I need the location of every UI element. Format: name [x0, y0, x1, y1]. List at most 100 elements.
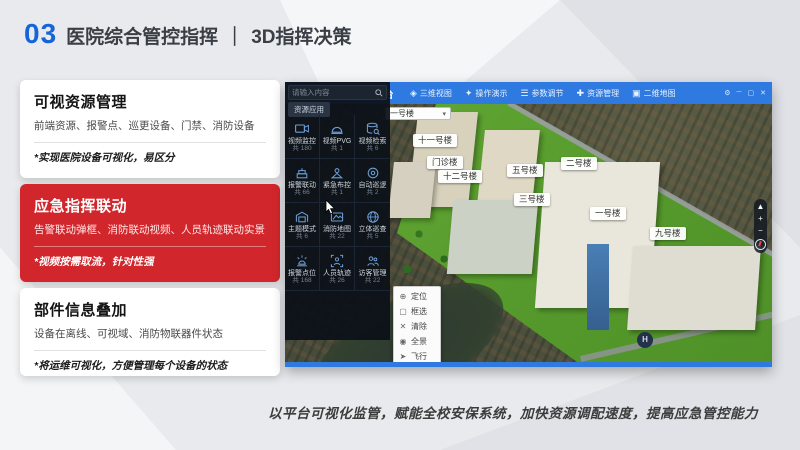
map-context-menu: ⊕ 定位 ▢ 框选 ✕ 清除 ◉ 全景 ➤ 飞行	[393, 286, 441, 362]
card-title: 部件信息叠加	[34, 299, 266, 320]
building-select-dropdown[interactable]: 一号楼 ▾	[385, 107, 451, 120]
people-icon	[365, 253, 381, 269]
tile-visitor-management[interactable]: 访客管理 共 22	[355, 247, 390, 291]
sliders-icon: ☰	[520, 88, 528, 99]
building-label[interactable]: 十一号楼	[413, 134, 457, 147]
divider	[34, 246, 266, 247]
target-icon	[365, 165, 381, 181]
context-menu-item-clear[interactable]: ✕ 清除	[394, 319, 440, 334]
box-select-icon: ▢	[399, 307, 407, 316]
building-label[interactable]: 一号楼	[590, 207, 626, 220]
tile-auto-patrol[interactable]: 自动巡逻 共 2	[355, 159, 390, 203]
dropdown-value: 一号楼	[390, 108, 414, 119]
maximize-icon[interactable]: ▢	[748, 89, 755, 97]
presentation-slide: 03 医院综合管控指挥 ｜ 3D指挥决策 可视资源管理 前端资源、报警点、巡更设…	[0, 0, 800, 450]
page-subtitle: 3D指挥决策	[251, 22, 351, 49]
menu-item-demo[interactable]: ✦ 操作演示	[465, 88, 508, 99]
menu-item-2d-map[interactable]: ▣ 二维地图	[632, 88, 676, 99]
menu-item-3d-view[interactable]: ◈ 三维视图	[410, 88, 452, 99]
card-emergency-command-linkage: 应急指挥联动 告警联动弹框、消防联动视频、人员轨迹联动实景 *视频按需取流，针对…	[20, 184, 280, 282]
context-menu-item-locate[interactable]: ⊕ 定位	[394, 289, 440, 304]
building-podium[interactable]	[447, 200, 538, 274]
resource-sidebar: 资源应用 视频监控 共 180 视频PVG 共 1 视频检索 共 6	[285, 82, 390, 340]
cube-icon: ◈	[410, 88, 417, 99]
card-body: 设备在离线、可视域、消防物联器件状态	[34, 327, 266, 342]
card-note: *实现医院设备可视化，易区分	[34, 150, 266, 165]
building-glass-section	[587, 244, 609, 330]
context-menu-label: 全景	[411, 336, 427, 347]
clear-icon: ✕	[399, 322, 407, 331]
card-visual-resource-management: 可视资源管理 前端资源、报警点、巡更设备、门禁、消防设备 *实现医院设备可视化，…	[20, 80, 280, 178]
window-controls: ⚙ ─ ▢ ✕	[724, 89, 766, 97]
building-wing[interactable]	[627, 246, 761, 330]
tile-3d-inspection[interactable]: 立体巡查 共 5	[355, 203, 390, 247]
context-menu-label: 定位	[411, 291, 427, 302]
menu-item-label: 资源管理	[587, 88, 619, 99]
siren-icon	[294, 253, 310, 269]
zoom-out-icon[interactable]: −	[758, 226, 763, 236]
building-label[interactable]: 二号楼	[561, 157, 597, 170]
building-label[interactable]: 十二号楼	[438, 170, 482, 183]
search-icon[interactable]	[375, 89, 383, 97]
slide-number: 03	[24, 18, 57, 50]
panorama-icon: ◉	[399, 337, 407, 346]
card-component-info-overlay: 部件信息叠加 设备在离线、可视域、消防物联器件状态 *将运维可视化，方便管理每个…	[20, 288, 280, 376]
card-title: 应急指挥联动	[34, 195, 266, 216]
building-tiers-icon	[294, 165, 310, 181]
compass-icon[interactable]	[755, 239, 766, 250]
building-label[interactable]: 五号楼	[507, 164, 543, 177]
tile-video-pvg[interactable]: 视频PVG 共 1	[320, 115, 355, 159]
title-separator: ｜	[225, 22, 244, 49]
mouse-cursor-icon	[325, 200, 336, 215]
menu-item-label: 参数调节	[532, 88, 564, 99]
search-bar	[288, 85, 387, 100]
tile-video-search[interactable]: 视频检索 共 6	[355, 115, 390, 159]
building-label[interactable]: 三号楼	[514, 193, 550, 206]
search-input[interactable]	[289, 88, 375, 97]
footer-slogan: 以平台可视化监管，赋能全校安保系统，加快资源调配速度，提高应急管控能力	[236, 402, 790, 422]
close-icon[interactable]: ✕	[760, 89, 766, 97]
divider	[34, 350, 266, 351]
menu-item-resources[interactable]: ✚ 资源管理	[577, 88, 620, 99]
chevron-down-icon: ▾	[442, 110, 446, 118]
context-menu-item-fly[interactable]: ➤ 飞行	[394, 349, 440, 362]
building-small[interactable]	[388, 162, 436, 218]
context-menu-label: 飞行	[411, 351, 427, 362]
hand-pointer-icon: ✦	[465, 88, 473, 99]
menu-item-label: 操作演示	[475, 88, 507, 99]
building-label[interactable]: 九号楼	[650, 227, 686, 240]
divider	[34, 142, 266, 143]
tile-emergency-control[interactable]: 紧急布控 共 1	[320, 159, 355, 203]
minimize-icon[interactable]: ─	[737, 89, 742, 97]
tile-alarm-points[interactable]: 报警点位 共 168	[285, 247, 320, 291]
person-alert-icon	[329, 165, 345, 181]
page-title: 医院综合管控指挥	[66, 22, 218, 49]
database-search-icon	[365, 121, 381, 137]
fly-icon: ➤	[399, 352, 407, 361]
slide-header: 03 医院综合管控指挥 ｜ 3D指挥决策	[24, 18, 351, 50]
settings-icon[interactable]: ⚙	[724, 89, 730, 97]
zoom-in-icon[interactable]: +	[758, 214, 763, 224]
card-body: 告警联动弹框、消防联动视频、人员轨迹联动实景	[34, 223, 266, 238]
menu-item-parameters[interactable]: ☰ 参数调节	[520, 88, 563, 99]
card-note: *视频按需取流，针对性强	[34, 254, 266, 269]
tile-video-monitor[interactable]: 视频监控 共 180	[285, 115, 320, 159]
app-bottom-strip	[285, 362, 772, 367]
menu-item-label: 二维地图	[644, 88, 676, 99]
person-node-icon: ✚	[577, 88, 585, 99]
tile-alarm-linkage[interactable]: 报警联动 共 66	[285, 159, 320, 203]
pan-up-icon[interactable]: ▲	[757, 202, 765, 212]
garage-icon	[294, 209, 310, 225]
context-menu-item-panorama[interactable]: ◉ 全景	[394, 334, 440, 349]
context-menu-label: 清除	[411, 321, 427, 332]
menu-item-label: 三维视图	[420, 88, 452, 99]
context-menu-item-box-select[interactable]: ▢ 框选	[394, 304, 440, 319]
card-title: 可视资源管理	[34, 91, 266, 112]
building-label[interactable]: 门诊楼	[427, 156, 463, 169]
dome-camera-icon	[329, 121, 345, 137]
tile-person-track[interactable]: 人员轨迹 共 26	[320, 247, 355, 291]
tile-theme-mode[interactable]: 主题模式 共 6	[285, 203, 320, 247]
app-screenshot-3d-platform: 漳一医院三维平台 ◈ 三维视图 ✦ 操作演示 ☰ 参数调节 ✚ 资源管理	[285, 82, 772, 367]
resource-tile-grid: 视频监控 共 180 视频PVG 共 1 视频检索 共 6 报警联动 共 66	[285, 115, 390, 291]
map-nav-widget: ▲ + −	[754, 199, 767, 253]
